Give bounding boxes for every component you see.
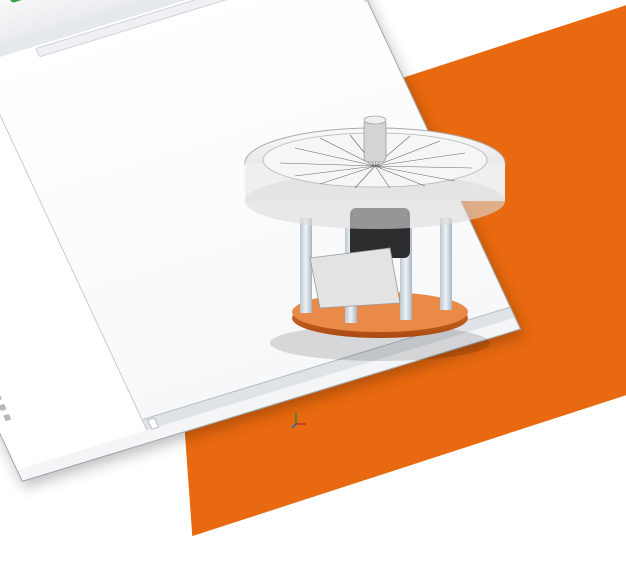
tree-item-label: [6, 403, 8, 408]
fastener-icon: [2, 413, 12, 421]
tab-model[interactable]: [147, 417, 160, 430]
hub-spindle: [363, 119, 387, 163]
tree-item-label: [1, 393, 3, 398]
bracket-plate: [309, 247, 401, 309]
view-triad-icon: [291, 413, 306, 429]
assembly-model[interactable]: [240, 108, 520, 368]
tree-item-label: [11, 413, 13, 418]
tab-3[interactable]: [10, 40, 20, 51]
tab-motion-study[interactable]: [185, 406, 195, 416]
fastener-icon: [0, 393, 2, 401]
hub-cap: [363, 115, 387, 125]
fastener-icon: [0, 403, 7, 411]
column-left: [300, 218, 312, 313]
ribbon-icon-5: [5, 0, 26, 4]
column-right: [440, 218, 452, 310]
screenshot-stage: [0, 0, 626, 565]
tab-4[interactable]: [66, 23, 76, 34]
